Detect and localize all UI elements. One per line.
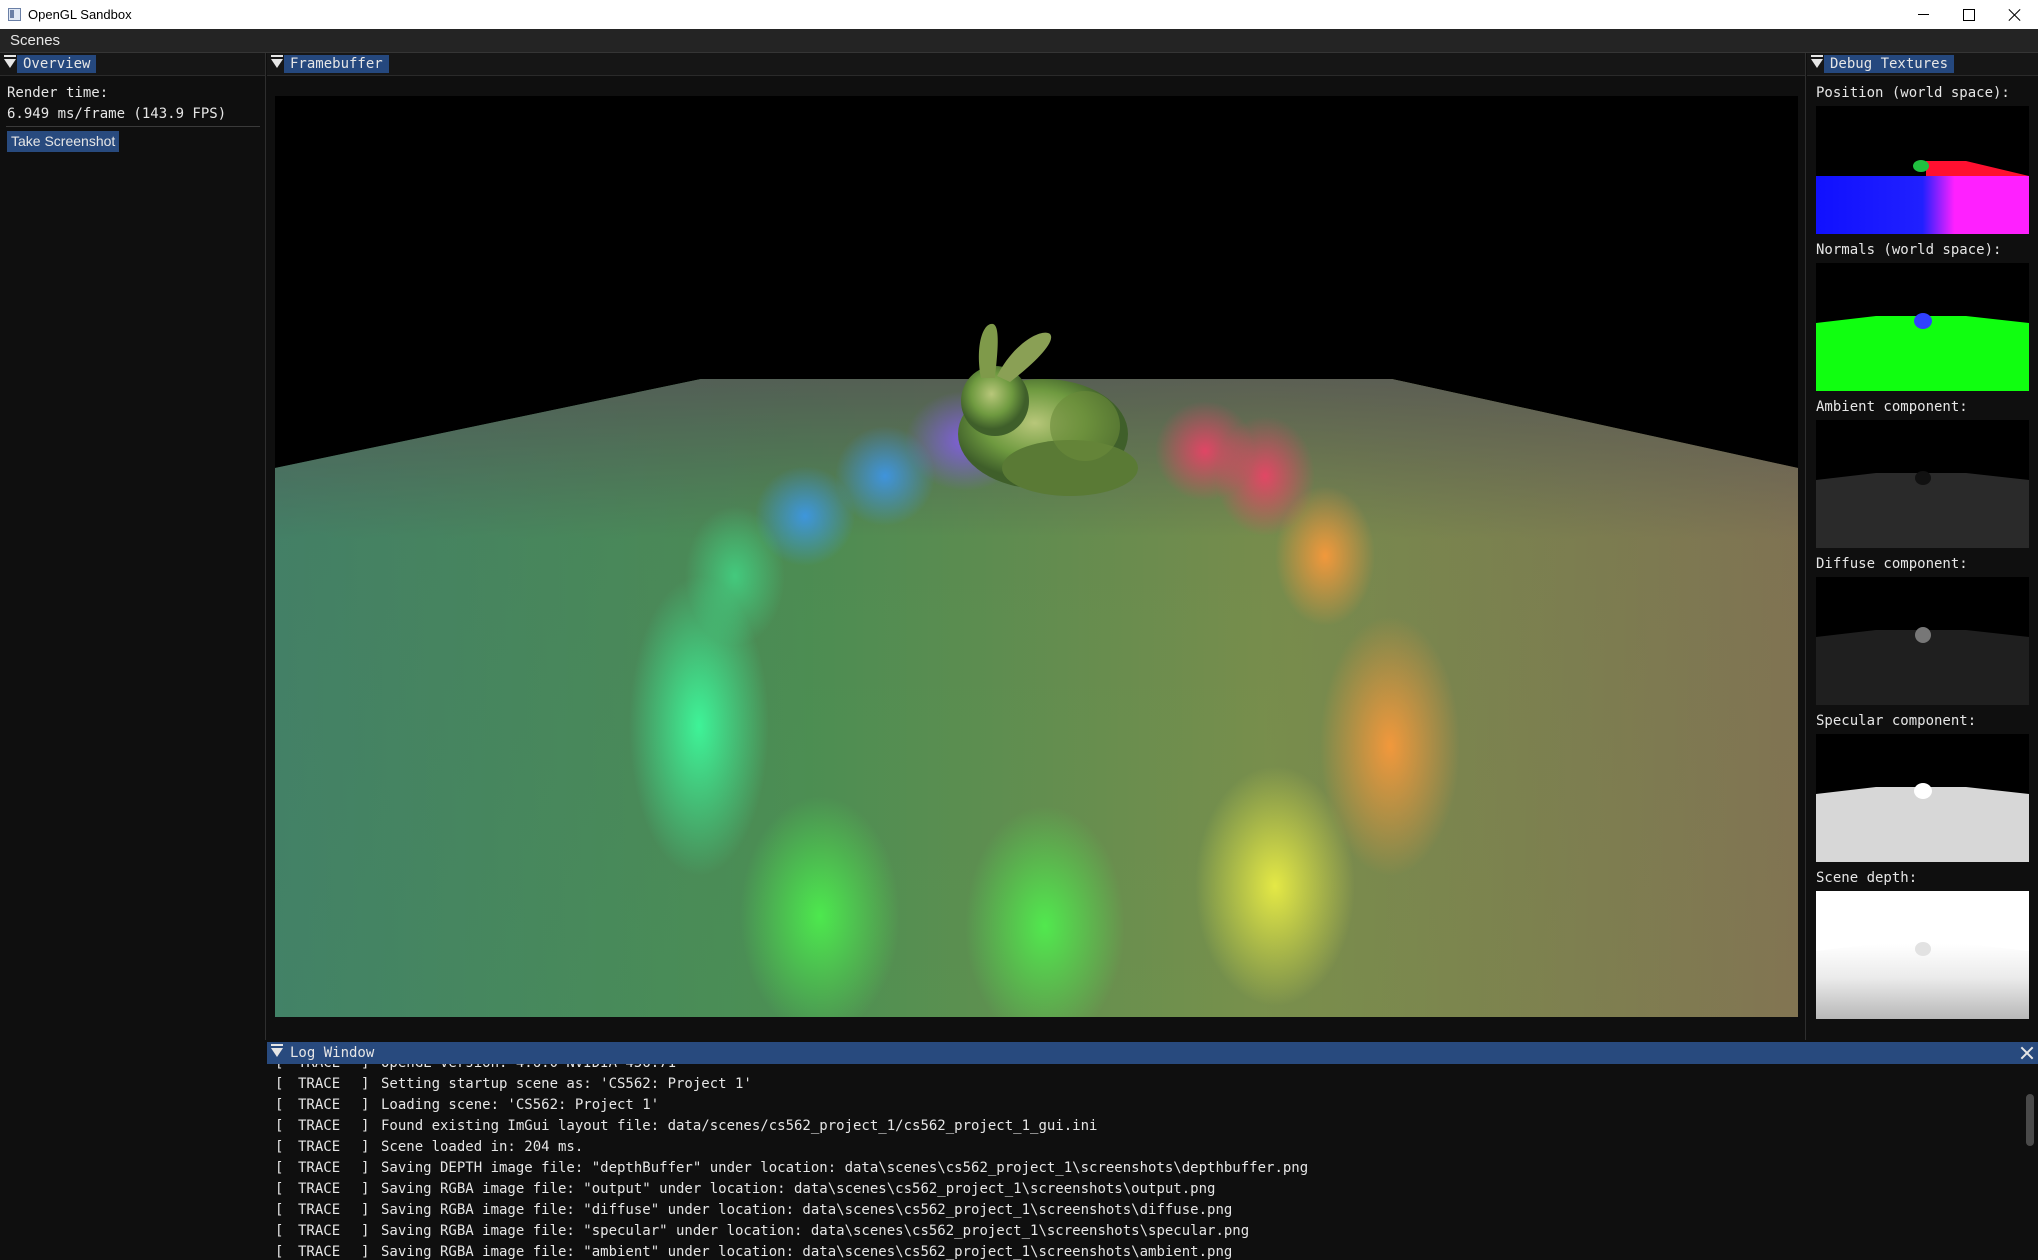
- framebuffer-tabbar: Framebuffer: [267, 53, 1805, 76]
- minimize-button[interactable]: [1900, 0, 1946, 29]
- log-scrollbar[interactable]: [2026, 1094, 2034, 1146]
- position-texture-label: Position (world space):: [1816, 85, 2010, 101]
- log-message: Saving RGBA image file: "output" under l…: [381, 1181, 1216, 1197]
- window-titlebar: OpenGL Sandbox: [0, 0, 2038, 29]
- scene-depth-label: Scene depth:: [1816, 870, 1918, 886]
- log-message: Found existing ImGui layout file: data/s…: [381, 1118, 1098, 1134]
- window-title: OpenGL Sandbox: [28, 7, 132, 22]
- log-level: TRACE: [298, 1076, 341, 1092]
- separator: [6, 126, 260, 127]
- collapse-triangle-icon[interactable]: [4, 55, 16, 68]
- log-level: TRACE: [298, 1064, 340, 1074]
- log-level: TRACE: [298, 1097, 341, 1113]
- maximize-icon: [1963, 8, 1975, 21]
- minimize-icon: [1917, 14, 1929, 15]
- log-message: Scene loaded in: 204 ms.: [381, 1139, 584, 1155]
- framebuffer-viewport[interactable]: [275, 96, 1798, 1017]
- tab-framebuffer[interactable]: Framebuffer: [284, 55, 389, 73]
- collapse-triangle-icon[interactable]: [271, 1044, 283, 1057]
- log-level: TRACE: [298, 1118, 341, 1134]
- specular-texture-label: Specular component:: [1816, 713, 1977, 729]
- close-log-icon[interactable]: [2020, 1046, 2034, 1060]
- log-level: TRACE: [298, 1202, 341, 1218]
- tab-log-window[interactable]: Log Window: [284, 1044, 381, 1062]
- close-window-button[interactable]: [1992, 0, 2038, 29]
- overview-tabbar: Overview: [0, 53, 265, 76]
- maximize-button[interactable]: [1946, 0, 1992, 29]
- log-message: OpenGL version: 4.6.0 NVIDIA 456.71: [381, 1064, 676, 1074]
- normals-texture: [1816, 263, 2029, 391]
- log-list[interactable]: [TRACE]OpenGL version: 4.6.0 NVIDIA 456.…: [275, 1064, 2015, 1260]
- debug-textures-panel: Debug Textures Position (world space): N…: [1807, 53, 2038, 1040]
- tab-debug-textures[interactable]: Debug Textures: [1824, 55, 1955, 73]
- debug-tabbar: Debug Textures: [1807, 53, 2038, 76]
- app-icon: [8, 8, 21, 21]
- framebuffer-panel: Framebuffer: [267, 53, 1806, 1040]
- ambient-texture: [1816, 420, 2029, 548]
- log-message: Saving DEPTH image file: "depthBuffer" u…: [381, 1160, 1309, 1176]
- log-level: TRACE: [298, 1223, 341, 1239]
- log-message: Saving RGBA image file: "specular" under…: [381, 1223, 1250, 1239]
- position-texture: [1816, 106, 2029, 234]
- log-message: Saving RGBA image file: "ambient" under …: [381, 1244, 1233, 1260]
- take-screenshot-button[interactable]: Take Screenshot: [7, 131, 120, 152]
- log-message: Setting startup scene as: 'CS562: Projec…: [381, 1076, 752, 1092]
- ambient-texture-label: Ambient component:: [1816, 399, 1968, 415]
- bunny-model: [958, 323, 1138, 496]
- log-level: TRACE: [298, 1139, 341, 1155]
- scene-depth-texture: [1816, 891, 2029, 1019]
- log-level: TRACE: [298, 1160, 341, 1176]
- collapse-triangle-icon[interactable]: [1811, 55, 1823, 68]
- specular-texture: [1816, 734, 2029, 862]
- log-tabbar: Log Window: [267, 1042, 2038, 1064]
- render-time-label: Render time:: [7, 85, 109, 101]
- overview-panel: Overview Render time: 6.949 ms/frame (14…: [0, 53, 266, 1040]
- rendered-scene-image: [275, 323, 1798, 1017]
- menu-scenes[interactable]: Scenes: [10, 32, 60, 49]
- close-icon: [2009, 9, 2021, 21]
- collapse-triangle-icon[interactable]: [271, 55, 283, 68]
- menubar: Scenes: [0, 29, 2038, 53]
- log-level: TRACE: [298, 1244, 341, 1260]
- normals-texture-label: Normals (world space):: [1816, 242, 2002, 258]
- diffuse-texture: [1816, 577, 2029, 705]
- tab-overview[interactable]: Overview: [17, 55, 97, 73]
- log-window-panel: Log Window [TRACE]OpenGL version: 4.6.0 …: [267, 1042, 2038, 1260]
- log-message: Saving RGBA image file: "diffuse" under …: [381, 1202, 1233, 1218]
- log-level: TRACE: [298, 1181, 341, 1197]
- log-message: Loading scene: 'CS562: Project 1': [381, 1097, 660, 1113]
- render-time-value: 6.949 ms/frame (143.9 FPS): [7, 106, 227, 122]
- diffuse-texture-label: Diffuse component:: [1816, 556, 1968, 572]
